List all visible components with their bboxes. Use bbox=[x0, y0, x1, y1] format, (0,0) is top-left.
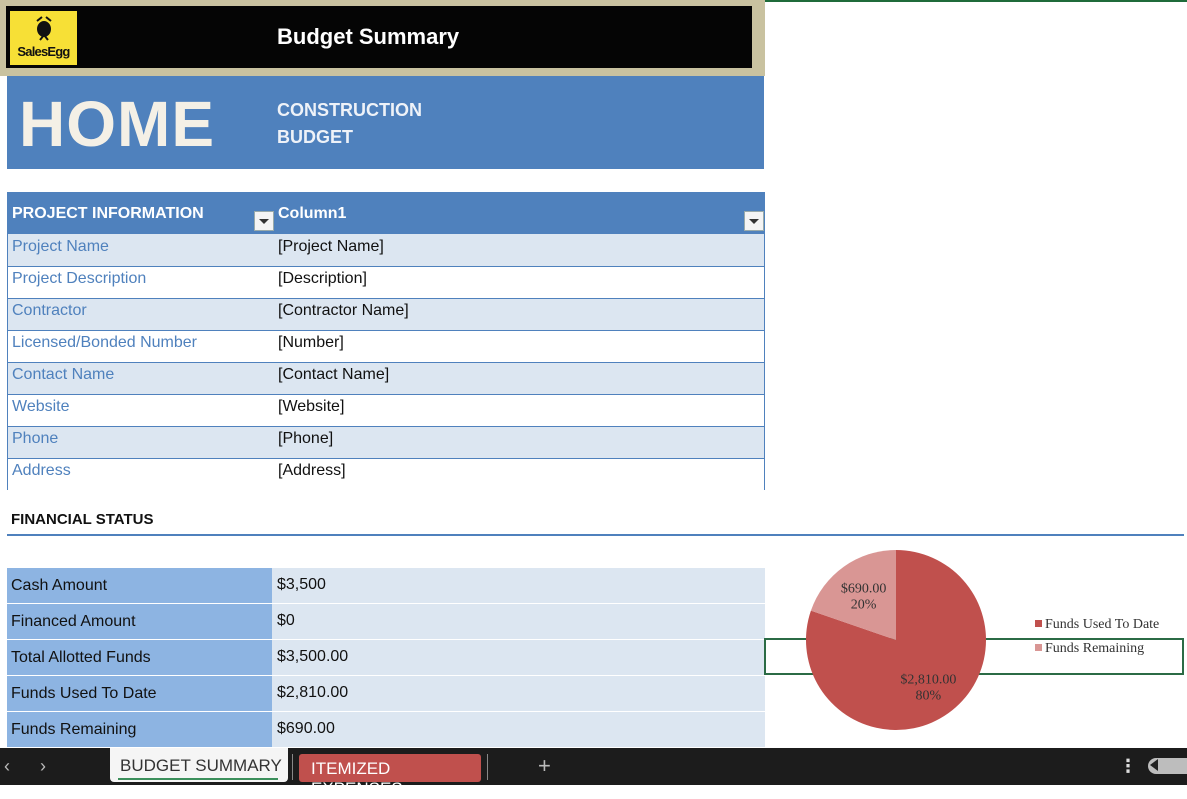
egg-bird-icon bbox=[36, 16, 52, 41]
financial-value-cell[interactable]: $690.00 bbox=[272, 712, 765, 748]
financial-label: Financed Amount bbox=[11, 613, 136, 630]
legend-entry: Funds Used To Date bbox=[1045, 617, 1159, 632]
row-value[interactable]: [Contact Name] bbox=[278, 366, 389, 384]
financial-label: Total Allotted Funds bbox=[11, 649, 151, 666]
banner-subtitle-line1: CONSTRUCTION bbox=[277, 100, 422, 120]
logo-text: SalesEgg bbox=[17, 44, 70, 59]
table-row[interactable]: Licensed/Bonded Number [Number] bbox=[8, 330, 764, 362]
row-label: Address bbox=[12, 462, 71, 479]
slice-percent-label: 80% bbox=[916, 688, 942, 703]
row-value[interactable]: [Phone] bbox=[278, 430, 333, 448]
financial-label: Cash Amount bbox=[11, 577, 108, 594]
financial-label-cell: Funds Used To Date bbox=[7, 676, 272, 712]
table-row[interactable]: Project Description [Description] bbox=[8, 266, 764, 298]
banner-subtitle-line2: BUDGET bbox=[277, 127, 353, 147]
financial-value: $2,810.00 bbox=[277, 684, 349, 701]
header-project-information: PROJECT INFORMATION bbox=[12, 205, 204, 222]
row-value[interactable]: [Description] bbox=[278, 270, 367, 288]
table-row[interactable]: Website [Website] bbox=[8, 394, 764, 426]
divider bbox=[7, 534, 1184, 536]
scroll-tabs-left-button[interactable]: ‹ bbox=[4, 756, 10, 777]
row-value[interactable]: [Project Name] bbox=[278, 238, 384, 256]
row-label: Licensed/Bonded Number bbox=[12, 334, 198, 351]
table-row[interactable]: Contractor [Contractor Name] bbox=[8, 298, 764, 330]
filter-dropdown-button[interactable] bbox=[744, 211, 764, 231]
funds-pie-chart[interactable]: $2,810.0080% $690.0020% Funds Used To Date… bbox=[790, 540, 1170, 745]
tab-separator bbox=[292, 754, 293, 780]
row-label: Contractor bbox=[12, 302, 87, 319]
financial-row[interactable]: Funds Remaining $690.00 bbox=[7, 712, 765, 748]
row-label: Contact Name bbox=[12, 366, 115, 383]
slice-amount-label: $690.00 bbox=[841, 582, 887, 597]
add-sheet-button[interactable]: + bbox=[538, 753, 551, 779]
financial-value-cell[interactable]: $3,500.00 bbox=[272, 640, 765, 676]
project-info-table: PROJECT INFORMATION Column1 Project Name… bbox=[7, 192, 765, 490]
row-label: Project Name bbox=[12, 238, 109, 255]
legend-swatch bbox=[1035, 644, 1042, 651]
row-value[interactable]: [Website] bbox=[278, 398, 344, 416]
financial-value: $0 bbox=[277, 612, 295, 629]
page-title: Budget Summary bbox=[277, 24, 460, 49]
table-row[interactable]: Phone [Phone] bbox=[8, 426, 764, 458]
sheet-tab-bar: ‹ › BUDGET SUMMARY ITEMIZED EXPENSES + ⋮ bbox=[0, 748, 1187, 798]
header-column1: Column1 bbox=[278, 205, 347, 222]
scroll-tabs-right-button[interactable]: › bbox=[40, 756, 46, 777]
row-value[interactable]: [Address] bbox=[278, 462, 346, 480]
slice-percent-label: 20% bbox=[851, 598, 877, 613]
filter-dropdown-button[interactable] bbox=[254, 211, 274, 231]
financial-value-cell[interactable]: $2,810.00 bbox=[272, 676, 765, 712]
financial-label-cell: Cash Amount bbox=[7, 568, 272, 604]
financial-value: $3,500 bbox=[277, 576, 326, 593]
table-row[interactable]: Project Name [Project Name] bbox=[8, 234, 764, 266]
financial-row[interactable]: Funds Used To Date $2,810.00 bbox=[7, 676, 765, 712]
row-label: Project Description bbox=[12, 270, 147, 287]
financial-value: $3,500.00 bbox=[277, 648, 349, 665]
tab-label: ITEMIZED EXPENSES bbox=[311, 759, 403, 798]
slice-amount-label: $2,810.00 bbox=[900, 672, 956, 687]
table-row[interactable]: Contact Name [Contact Name] bbox=[8, 362, 764, 394]
scroll-left-arrow-icon[interactable] bbox=[1150, 759, 1158, 771]
financial-value: $690.00 bbox=[277, 720, 335, 737]
legend-swatch bbox=[1035, 620, 1042, 627]
financial-label: Funds Remaining bbox=[11, 721, 137, 738]
financial-value-cell[interactable]: $3,500 bbox=[272, 568, 765, 604]
financial-label-cell: Funds Remaining bbox=[7, 712, 272, 748]
legend-entry: Funds Remaining bbox=[1045, 641, 1144, 656]
tab-label: BUDGET SUMMARY bbox=[120, 756, 282, 775]
financial-label-cell: Financed Amount bbox=[7, 604, 272, 640]
financial-value-cell[interactable]: $0 bbox=[272, 604, 765, 640]
financial-label: Funds Used To Date bbox=[11, 685, 157, 702]
tab-budget-summary[interactable]: BUDGET SUMMARY bbox=[110, 748, 288, 782]
row-label: Phone bbox=[12, 430, 59, 447]
financial-row[interactable]: Cash Amount $3,500 bbox=[7, 568, 765, 604]
banner-title: HOME bbox=[19, 88, 215, 160]
more-options-icon[interactable]: ⋮ bbox=[1119, 756, 1137, 777]
table-header-row: PROJECT INFORMATION Column1 bbox=[8, 193, 764, 234]
financial-label-cell: Total Allotted Funds bbox=[7, 640, 272, 676]
financial-row[interactable]: Total Allotted Funds $3,500.00 bbox=[7, 640, 765, 676]
financial-row[interactable]: Financed Amount $0 bbox=[7, 604, 765, 640]
table-row[interactable]: Address [Address] bbox=[8, 458, 764, 490]
selection-border bbox=[765, 0, 1187, 2]
tab-separator bbox=[487, 754, 488, 780]
section-title-financial-status: FINANCIAL STATUS bbox=[11, 511, 154, 528]
logo: SalesEgg bbox=[10, 11, 77, 65]
banner: HOME CONSTRUCTION BUDGET bbox=[7, 76, 764, 169]
row-value[interactable]: [Contractor Name] bbox=[278, 302, 409, 320]
active-tab-indicator bbox=[118, 778, 278, 780]
row-label: Website bbox=[12, 398, 70, 415]
tab-itemized-expenses[interactable]: ITEMIZED EXPENSES bbox=[299, 754, 481, 798]
row-value[interactable]: [Number] bbox=[278, 334, 344, 352]
